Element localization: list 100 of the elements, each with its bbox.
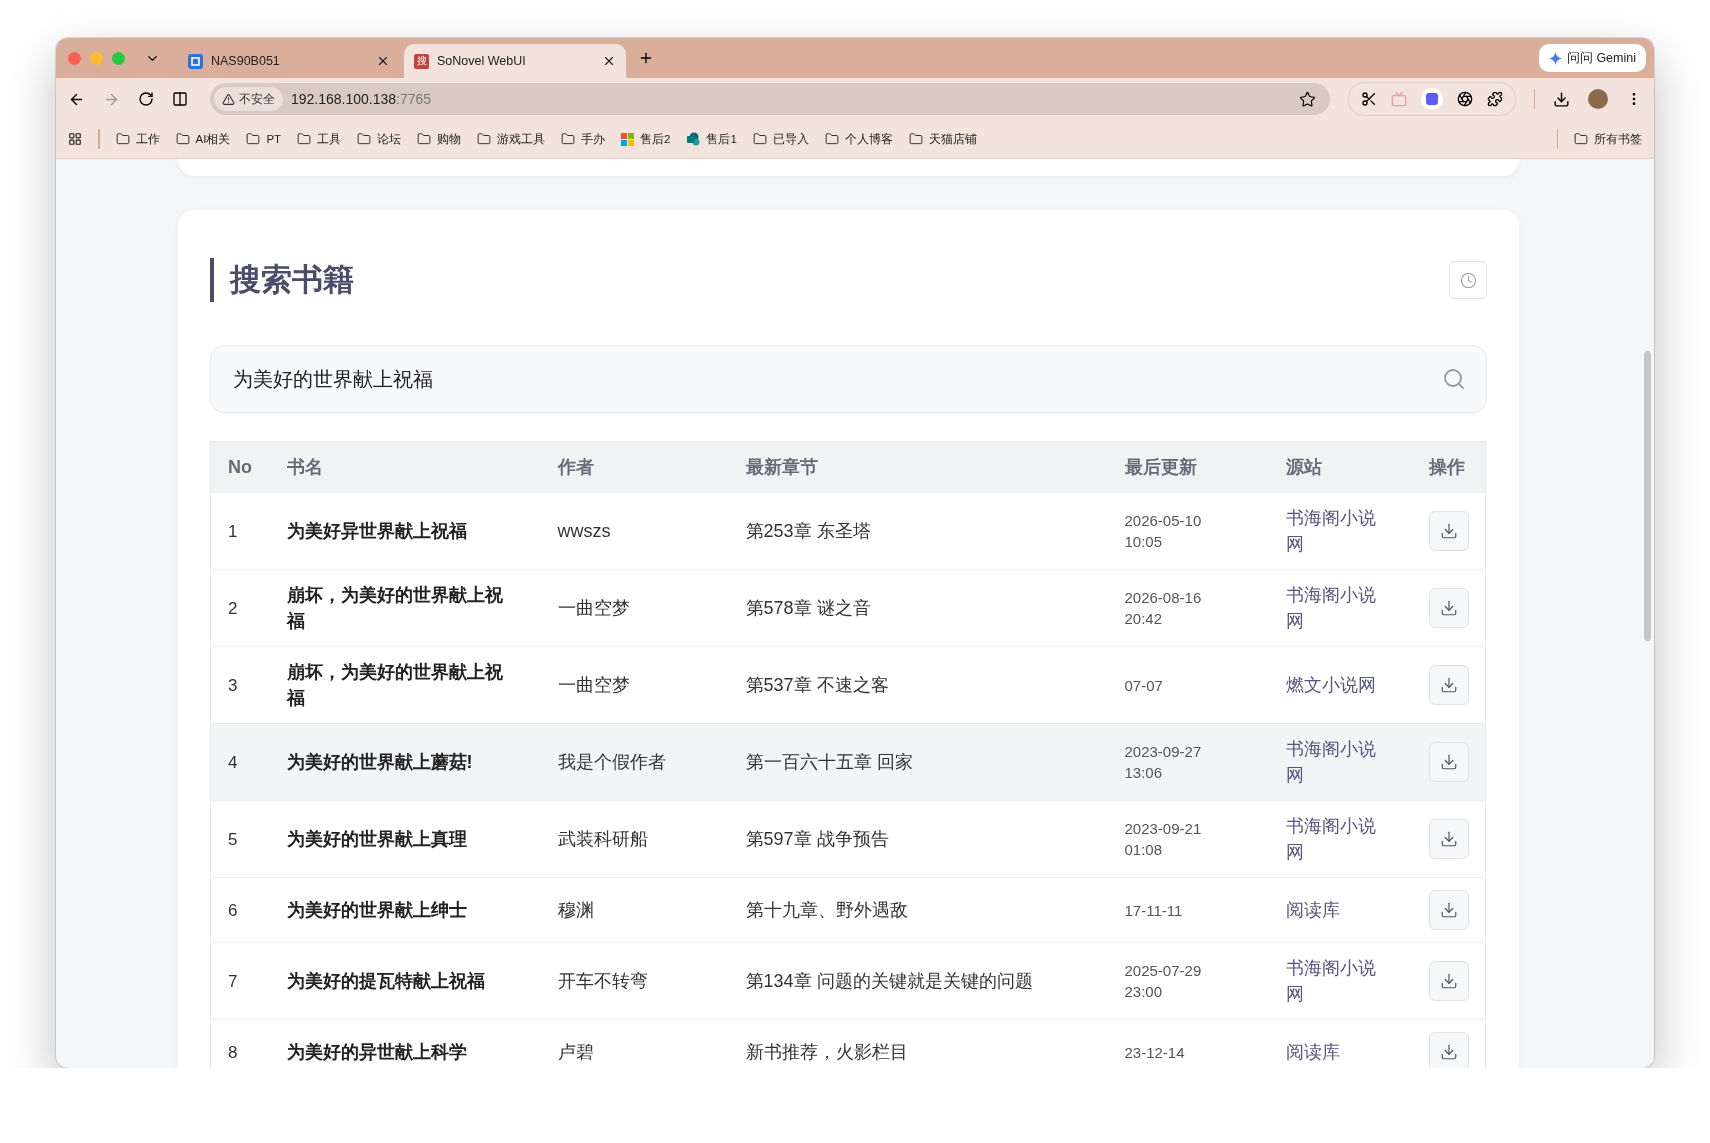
download-button[interactable] [1428,742,1469,782]
bookmark-label: 工作 [135,131,160,147]
browser-tab[interactable]: NAS90B051 [178,44,400,78]
source-link[interactable]: 书海阁小说网 [1285,582,1386,634]
download-button[interactable] [1428,511,1469,551]
bookmark-item[interactable]: 天猫店铺 [908,131,977,147]
column-header: No [210,441,287,493]
column-header: 操作 [1428,441,1486,493]
aperture-icon[interactable] [1456,91,1473,107]
bookmark-label: 购物 [437,131,462,147]
bookmark-label: 论坛 [377,131,402,147]
source-link[interactable]: 书海阁小说网 [1285,955,1386,1007]
search-input[interactable]: 为美好的世界献上祝福 [231,366,1442,392]
folder-icon [908,132,923,146]
download-button[interactable] [1428,961,1469,1001]
reload-icon[interactable] [138,91,154,107]
author-name: 开车不转弯 [557,970,649,993]
download-button[interactable] [1428,1032,1469,1068]
update-time: 2023-09-27 13:06 [1124,742,1203,783]
update-time: 23-12-14 [1124,1042,1186,1063]
search-icon[interactable] [1442,367,1466,391]
author-name: 我是个假作者 [557,751,667,774]
download-icon [1439,676,1458,694]
bookmark-item[interactable]: 工作 [115,131,160,147]
author-name: wwszs [557,520,612,543]
tab-favicon: 搜 [414,53,429,69]
book-title: 崩坏，为美好的世界献上祝福 [286,661,504,710]
profile-avatar[interactable] [1588,89,1608,109]
security-chip[interactable]: 不安全 [214,87,283,111]
close-tab-icon[interactable] [602,54,616,68]
folder-icon [824,132,839,146]
history-button[interactable] [1449,261,1487,299]
column-header: 最新章节 [745,441,1125,493]
search-field[interactable]: 为美好的世界献上祝福 [210,345,1487,413]
folder-icon [752,132,767,146]
scissors-icon[interactable] [1360,91,1377,107]
puzzle-icon[interactable] [1486,91,1503,107]
bookmark-item[interactable]: 已导入 [752,131,809,147]
bookmark-label: 售后1 [706,131,737,147]
section-title: 搜索书籍 [210,258,354,302]
bookmark-label: 所有书签 [1594,131,1642,147]
source-link[interactable]: 书海阁小说网 [1285,505,1386,557]
download-icon[interactable] [1553,90,1570,108]
download-button[interactable] [1428,588,1469,628]
row-number: 7 [227,971,238,991]
bookmark-item[interactable]: PT [246,132,282,146]
latest-chapter: 第十九章、野外遇敌 [745,899,909,922]
warning-icon [222,92,235,106]
folder-icon [1574,132,1588,146]
source-link[interactable]: 阅读库 [1285,1039,1386,1065]
new-tab-icon[interactable] [638,50,654,66]
source-link[interactable]: 书海阁小说网 [1285,813,1386,865]
address-bar[interactable]: 不安全 192.168.100.138:7765 [210,83,1330,115]
folder-icon [246,132,261,146]
bookmark-label: 个人博客 [844,131,893,147]
latest-chapter: 第一百六十五章 回家 [745,751,914,774]
split-view-icon[interactable] [172,91,188,107]
column-header: 书名 [286,441,558,493]
bookmark-item[interactable]: 工具 [297,131,342,147]
download-icon [1439,1043,1458,1061]
gemini-button[interactable]: 问问 Gemini [1538,44,1646,72]
bookmark-item[interactable]: 游戏工具 [477,131,546,147]
bookmark-item[interactable]: 论坛 [357,131,402,147]
source-link[interactable]: 阅读库 [1285,897,1386,923]
bookmark-item[interactable]: 售后1 [686,131,737,147]
url-text: 192.168.100.138:7765 [291,91,433,107]
download-button[interactable] [1428,819,1469,859]
download-button[interactable] [1428,890,1469,930]
bookmark-label: 已导入 [772,131,809,147]
bookmark-label: AI相关 [195,131,231,147]
browser-tab[interactable]: 搜 SoNovel WebUI [404,44,626,78]
bookmark-item[interactable]: AI相关 [175,131,231,147]
row-number: 2 [227,598,238,618]
folder-icon [357,132,372,146]
close-tab-icon[interactable] [376,54,390,68]
star-icon[interactable] [1298,90,1316,108]
bookmark-label: 手办 [581,131,606,147]
all-bookmarks-item[interactable]: 所有书签 [1574,131,1642,147]
author-name: 武装科研船 [557,828,649,851]
row-number: 3 [227,675,238,695]
security-label: 不安全 [239,91,275,107]
sparkle-icon [1548,51,1562,65]
column-header: 源站 [1285,441,1429,493]
bookmark-item[interactable]: 售后2 [621,131,671,147]
latest-chapter: 新书推荐，火影栏目 [745,1041,909,1064]
bookmark-item[interactable]: 个人博客 [824,131,893,147]
latest-chapter: 第537章 不速之客 [745,674,890,697]
source-link[interactable]: 燃文小说网 [1285,672,1386,698]
column-header: 最后更新 [1124,441,1286,493]
apps-grid-icon[interactable] [68,132,82,146]
source-link[interactable]: 书海阁小说网 [1285,736,1386,788]
bookmark-item[interactable]: 购物 [417,131,462,147]
circles-icon [686,132,701,146]
bookmark-item[interactable]: 手办 [561,131,606,147]
book-title: 为美好的提瓦特献上祝福 [286,970,486,993]
download-button[interactable] [1428,665,1469,705]
scrollbar-thumb[interactable] [1644,351,1651,641]
extension-icon[interactable] [1420,88,1443,110]
author-name: 一曲空梦 [557,597,631,620]
latest-chapter: 第597章 战争预告 [745,828,890,851]
